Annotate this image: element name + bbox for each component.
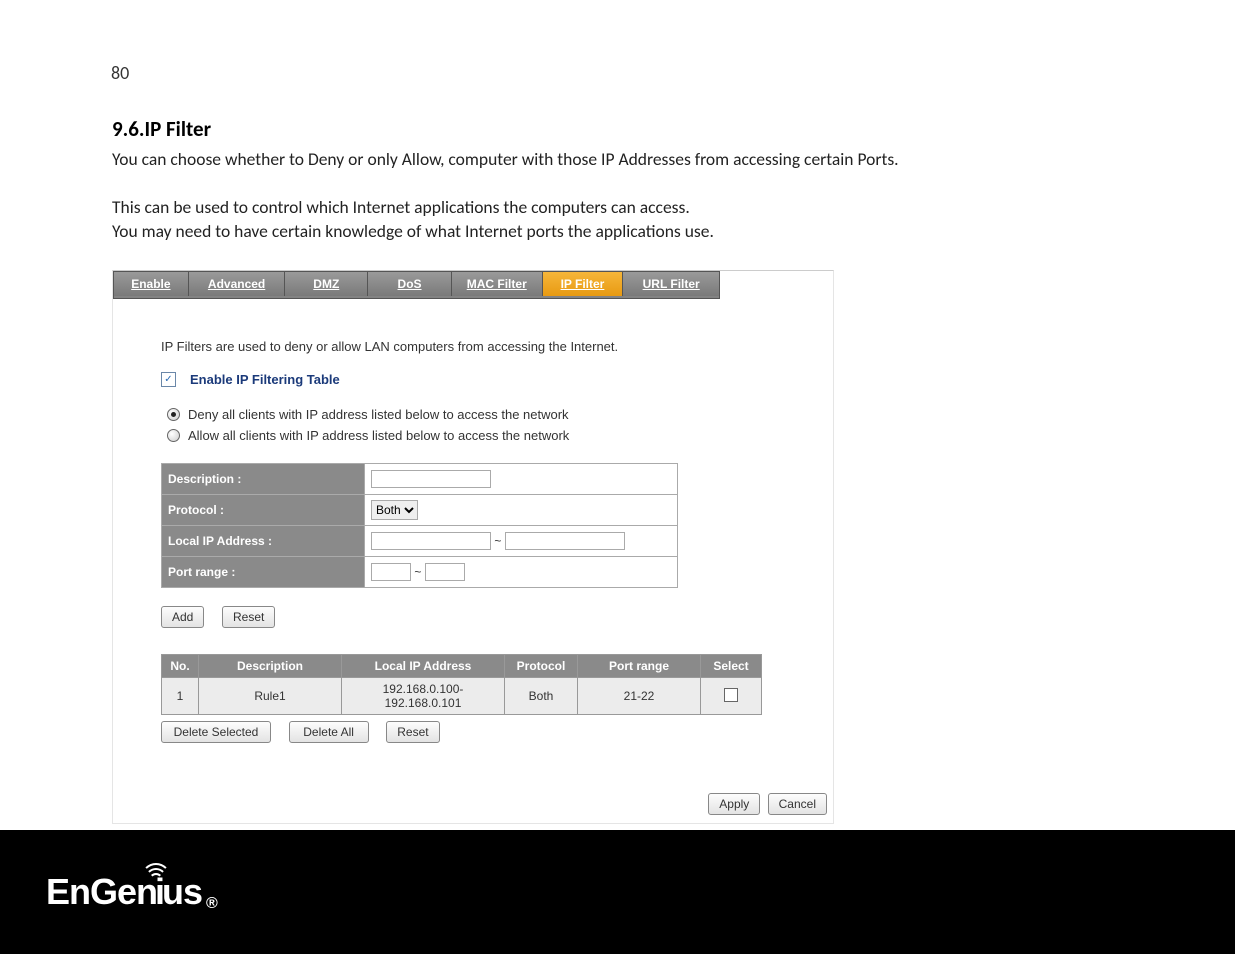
tab-ip-filter[interactable]: IP Filter bbox=[543, 272, 624, 296]
local-ip-from-input[interactable] bbox=[371, 532, 491, 550]
radio-allow-label: Allow all clients with IP address listed… bbox=[188, 428, 569, 443]
section-title: 9.6.IP Filter bbox=[112, 116, 211, 142]
rule-description: Rule1 bbox=[199, 678, 342, 715]
enable-ip-filtering-label: Enable IP Filtering Table bbox=[190, 372, 340, 387]
enable-ip-filtering-checkbox[interactable]: ✓ bbox=[161, 372, 176, 387]
reset-rules-button[interactable]: Reset bbox=[386, 721, 439, 743]
description-input[interactable] bbox=[371, 470, 491, 488]
rules-header-protocol: Protocol bbox=[505, 655, 578, 678]
range-separator: ~ bbox=[494, 534, 501, 548]
rules-header-no: No. bbox=[162, 655, 199, 678]
radio-deny-label: Deny all clients with IP address listed … bbox=[188, 407, 569, 422]
reset-button[interactable]: Reset bbox=[222, 606, 275, 628]
local-ip-to-input[interactable] bbox=[505, 532, 625, 550]
tab-advanced[interactable]: Advanced bbox=[189, 272, 286, 296]
tab-mac-filter[interactable]: MAC Filter bbox=[452, 272, 543, 296]
tab-bar: Enable Advanced DMZ DoS MAC Filter IP Fi… bbox=[113, 271, 720, 299]
registered-mark: ® bbox=[206, 895, 217, 913]
form-label-local-ip: Local IP Address : bbox=[162, 526, 365, 557]
footer: EnGenius® bbox=[0, 830, 1235, 954]
table-row: 1 Rule1 192.168.0.100-192.168.0.101 Both… bbox=[162, 678, 762, 715]
delete-selected-button[interactable]: Delete Selected bbox=[161, 721, 271, 743]
tab-dos[interactable]: DoS bbox=[368, 272, 452, 296]
rules-header-description: Description bbox=[199, 655, 342, 678]
rule-port-range: 21-22 bbox=[578, 678, 701, 715]
wifi-arcs-icon bbox=[140, 861, 168, 881]
tab-url-filter[interactable]: URL Filter bbox=[623, 272, 719, 296]
rules-header-select: Select bbox=[701, 655, 762, 678]
range-separator: ~ bbox=[414, 565, 421, 579]
add-button[interactable]: Add bbox=[161, 606, 204, 628]
radio-deny[interactable] bbox=[167, 408, 180, 421]
router-ui-screenshot: Enable Advanced DMZ DoS MAC Filter IP Fi… bbox=[112, 270, 834, 824]
rules-header-port-range: Port range bbox=[578, 655, 701, 678]
intro-paragraph-1: You can choose whether to Deny or only A… bbox=[112, 148, 899, 170]
rule-local-ip: 192.168.0.100-192.168.0.101 bbox=[342, 678, 505, 715]
tab-dmz[interactable]: DMZ bbox=[285, 272, 368, 296]
rule-no: 1 bbox=[162, 678, 199, 715]
rules-table: No. Description Local IP Address Protoco… bbox=[161, 654, 762, 715]
form-label-description: Description : bbox=[162, 464, 365, 495]
tab-enable[interactable]: Enable bbox=[114, 272, 189, 296]
protocol-select[interactable]: Both bbox=[371, 500, 418, 520]
delete-all-button[interactable]: Delete All bbox=[289, 721, 369, 743]
form-label-protocol: Protocol : bbox=[162, 495, 365, 526]
form-label-port-range: Port range : bbox=[162, 557, 365, 588]
radio-allow[interactable] bbox=[167, 429, 180, 442]
intro-paragraph-2: This can be used to control which Intern… bbox=[112, 196, 690, 218]
apply-button[interactable]: Apply bbox=[708, 793, 760, 815]
cancel-button[interactable]: Cancel bbox=[768, 793, 827, 815]
rules-header-local-ip: Local IP Address bbox=[342, 655, 505, 678]
page-number: 80 bbox=[111, 62, 129, 84]
intro-paragraph-3: You may need to have certain knowledge o… bbox=[112, 220, 714, 242]
rule-select-checkbox[interactable] bbox=[724, 688, 738, 702]
rule-protocol: Both bbox=[505, 678, 578, 715]
ip-filter-form: Description : Protocol : Both Local IP A… bbox=[161, 463, 678, 588]
port-to-input[interactable] bbox=[425, 563, 465, 581]
engenius-logo: EnGenius® bbox=[46, 871, 217, 913]
panel-description: IP Filters are used to deny or allow LAN… bbox=[161, 339, 819, 354]
port-from-input[interactable] bbox=[371, 563, 411, 581]
